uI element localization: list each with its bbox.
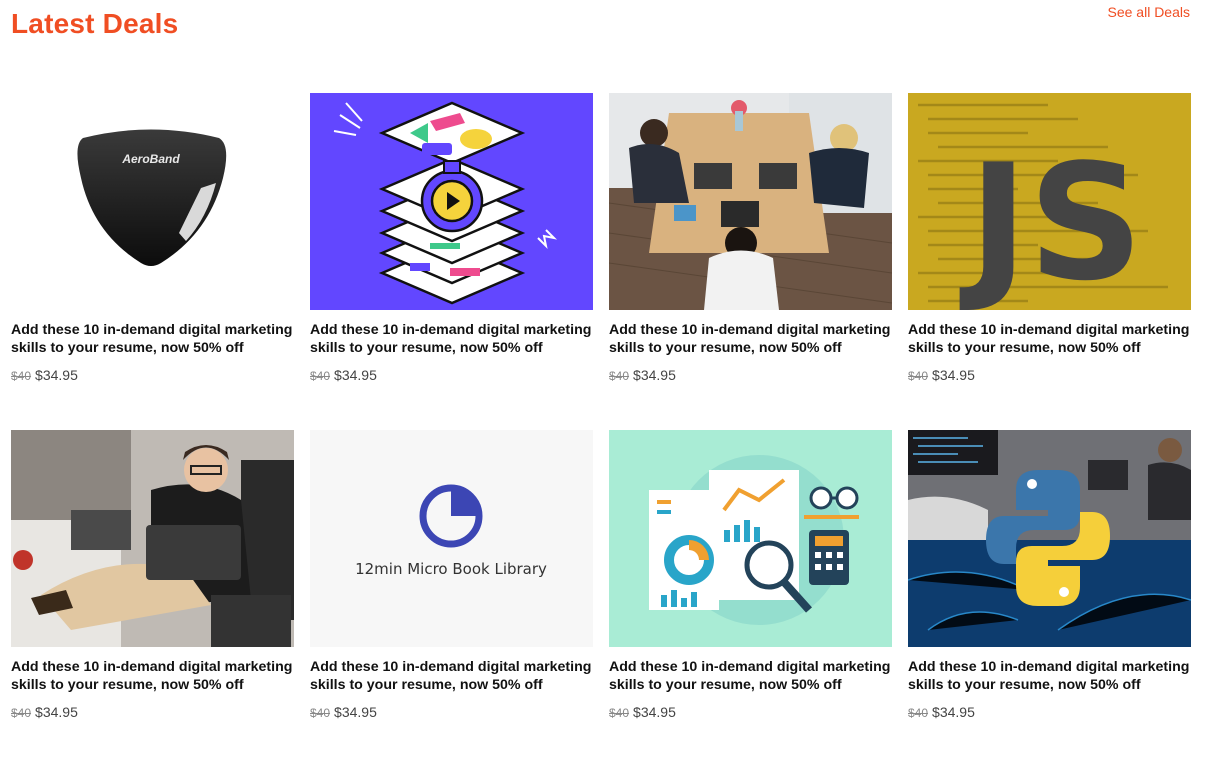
deal-title[interactable]: Add these 10 in-demand digital marketing…	[11, 658, 294, 694]
deal-image-video-layers[interactable]	[310, 93, 593, 310]
video-layers-icon	[310, 93, 593, 310]
deal-price: $40 $34.95	[908, 704, 1191, 720]
deal-price: $40 $34.95	[11, 704, 294, 720]
deal-image-analytics[interactable]	[609, 430, 892, 647]
python-logo-icon	[908, 430, 1191, 647]
analytics-illustration-icon	[609, 430, 892, 647]
svg-text:AeroBand: AeroBand	[121, 152, 180, 166]
sale-price: $34.95	[633, 704, 676, 720]
sale-price: $34.95	[334, 704, 377, 720]
original-price: $40	[609, 369, 630, 383]
see-all-deals-link[interactable]: See all Deals	[1108, 4, 1191, 20]
deal-card[interactable]: 12min Micro Book Library Add these 10 in…	[310, 430, 593, 767]
svg-text:12min Micro Book Library: 12min Micro Book Library	[355, 560, 547, 578]
javascript-logo-icon: JS	[908, 93, 1191, 310]
deal-image-aeroband[interactable]: AeroBand	[11, 93, 294, 310]
deal-image-python[interactable]	[908, 430, 1191, 647]
deal-price: $40 $34.95	[310, 704, 593, 720]
deals-grid: AeroBand Add these 10 in-demand digital …	[11, 93, 1191, 767]
deal-price: $40 $34.95	[609, 367, 892, 383]
deal-card[interactable]: Add these 10 in-demand digital marketing…	[908, 430, 1191, 767]
deal-card[interactable]: Add these 10 in-demand digital marketing…	[310, 93, 593, 430]
original-price: $40	[908, 369, 929, 383]
deal-image-man-laptop[interactable]	[11, 430, 294, 647]
sale-price: $34.95	[334, 367, 377, 383]
page-title: Latest Deals	[11, 8, 179, 39]
deal-title[interactable]: Add these 10 in-demand digital marketing…	[609, 658, 892, 694]
deal-image-javascript[interactable]: JS	[908, 93, 1191, 310]
deal-title[interactable]: Add these 10 in-demand digital marketing…	[310, 321, 593, 357]
deal-title[interactable]: Add these 10 in-demand digital marketing…	[310, 658, 593, 694]
deal-image-12min[interactable]: 12min Micro Book Library	[310, 430, 593, 647]
svg-text:JS: JS	[960, 129, 1144, 310]
original-price: $40	[11, 706, 32, 720]
original-price: $40	[11, 369, 32, 383]
original-price: $40	[609, 706, 630, 720]
deal-title[interactable]: Add these 10 in-demand digital marketing…	[11, 321, 294, 357]
man-laptop-photo-icon	[11, 430, 294, 647]
12min-logo-icon: 12min Micro Book Library	[310, 430, 593, 647]
sale-price: $34.95	[35, 704, 78, 720]
deal-price: $40 $34.95	[609, 704, 892, 720]
deal-title[interactable]: Add these 10 in-demand digital marketing…	[609, 321, 892, 357]
original-price: $40	[310, 706, 331, 720]
sale-price: $34.95	[633, 367, 676, 383]
deal-card[interactable]: AeroBand Add these 10 in-demand digital …	[11, 93, 294, 430]
deal-card[interactable]: Add these 10 in-demand digital marketing…	[609, 430, 892, 767]
team-photo-icon	[609, 93, 892, 310]
aeroband-device-icon: AeroBand	[11, 93, 294, 310]
deal-title[interactable]: Add these 10 in-demand digital marketing…	[908, 658, 1191, 694]
original-price: $40	[908, 706, 929, 720]
deal-price: $40 $34.95	[908, 367, 1191, 383]
sale-price: $34.95	[932, 704, 975, 720]
deal-title[interactable]: Add these 10 in-demand digital marketing…	[908, 321, 1191, 357]
sale-price: $34.95	[932, 367, 975, 383]
deal-card[interactable]: Add these 10 in-demand digital marketing…	[609, 93, 892, 430]
sale-price: $34.95	[35, 367, 78, 383]
deal-price: $40 $34.95	[11, 367, 294, 383]
original-price: $40	[310, 369, 331, 383]
deal-card[interactable]: Add these 10 in-demand digital marketing…	[11, 430, 294, 767]
deal-image-team-table[interactable]	[609, 93, 892, 310]
deal-card[interactable]: JS Add these 10 in-demand digital market…	[908, 93, 1191, 430]
deal-price: $40 $34.95	[310, 367, 593, 383]
